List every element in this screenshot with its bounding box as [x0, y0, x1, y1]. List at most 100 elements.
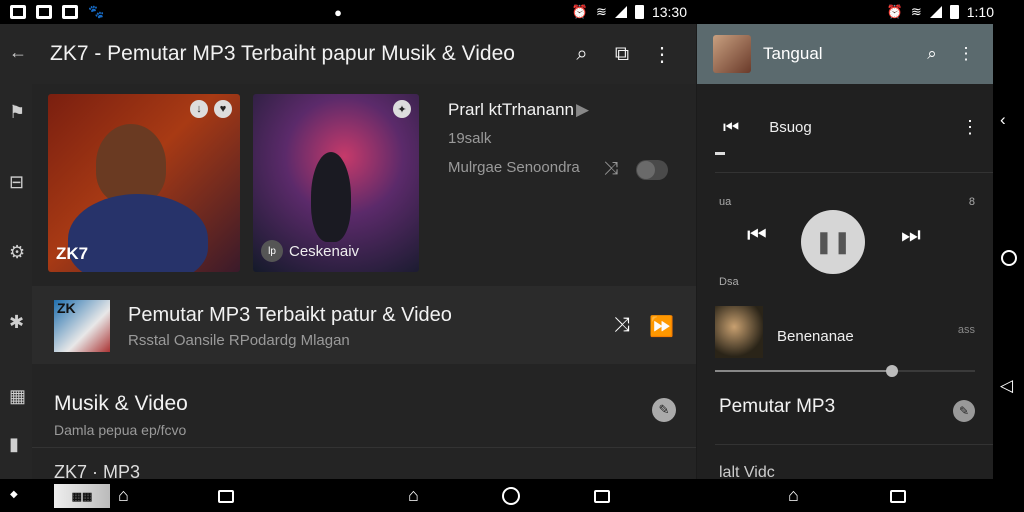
card-label: Ceskenaiv [289, 242, 360, 260]
artist-photo [96, 124, 166, 204]
progress-indicator [715, 152, 725, 155]
favorite-icon[interactable]: ♥ [214, 100, 232, 118]
play-arrow-icon[interactable]: ▶ [576, 100, 589, 120]
player-header: Tangual ⌕ ⋮ [697, 24, 993, 84]
action-icon[interactable]: ✎ [652, 398, 676, 422]
avatar[interactable] [713, 35, 751, 73]
tools-icon[interactable]: ✱ [9, 312, 24, 333]
list-item-title: Pemutar MP3 Terbaikt patur & Video [128, 304, 452, 326]
featured-count: 19salk [448, 130, 492, 147]
list-item-partial[interactable]: lalt Vidc [719, 464, 775, 479]
player-panel: Tangual ⌕ ⋮ ⏮ Bsuog ⋮ ua 8 ⏮ ❚❚ ⏭ Dsa Be… [697, 24, 993, 479]
download-icon[interactable]: ↓ [190, 100, 208, 118]
minus-box-icon[interactable]: ⊟ [9, 172, 24, 193]
home-outline-icon[interactable]: ⌂ [788, 485, 799, 506]
back-triangle-icon[interactable]: ◁ [1000, 376, 1013, 396]
star-icon[interactable]: ✦ [393, 100, 411, 118]
home-outline-icon[interactable]: ⌂ [408, 485, 419, 506]
recents-icon[interactable] [890, 490, 906, 503]
list-item-title[interactable]: Pemutar MP3 [719, 396, 835, 418]
system-nav-bar: ◆ ▦▦ ⌂ ⌂ ⌂ [0, 479, 1024, 512]
home-icon[interactable] [1001, 250, 1017, 266]
album-thumbnail: ZK [54, 300, 110, 352]
list-item-partial[interactable]: ZK7 · MP3 [54, 462, 140, 479]
toggle-switch[interactable] [636, 160, 668, 180]
divider [715, 172, 993, 173]
back-arrow-icon[interactable]: ← [9, 42, 27, 63]
notification-icon [62, 5, 78, 19]
wifi-icon: ≋ [596, 4, 607, 19]
pause-icon: ❚❚ [814, 229, 852, 254]
album-card-ceskenaiv[interactable]: ✦ lp Ceskenaiv [253, 94, 419, 272]
search-icon[interactable]: ⌕ [915, 44, 949, 64]
alarm-icon: ⏰ [886, 4, 903, 19]
qr-icon[interactable]: ▦ [9, 386, 26, 407]
elapsed-time: ua [719, 196, 732, 208]
list-item-title: Musik & Video [54, 392, 188, 415]
cast-icon[interactable]: ⧉ [602, 43, 642, 66]
app-bar: ZK7 - Pemutar MP3 Terbaiht papur Musik &… [32, 24, 696, 84]
badge-icon: lp [261, 240, 283, 262]
main-panel: ZK7 - Pemutar MP3 Terbaiht papur Musik &… [32, 24, 696, 479]
notification-icons: 🐾 [10, 4, 104, 20]
more-vert-icon[interactable]: ⋮ [961, 117, 979, 138]
queue-item-title[interactable]: Benenanae [777, 328, 854, 345]
notification-icon [36, 5, 52, 19]
shuffle-icon[interactable]: ⤨ [604, 158, 618, 179]
notification-icon [10, 5, 26, 19]
shuffle-icon[interactable]: ⤨ [614, 314, 630, 337]
thumbnail-text: ZK [57, 300, 76, 316]
album-card-zk7[interactable]: ↓ ♥ ZK7 [48, 94, 240, 272]
alarm-icon: ⏰ [571, 4, 589, 19]
thumbnail-icon[interactable]: ▮ [9, 434, 19, 455]
wifi-icon: ≋ [910, 4, 922, 19]
list-item[interactable]: Musik & Video Damla pepua ep/fcvo ✎ [32, 378, 696, 448]
recents-icon[interactable] [594, 490, 610, 503]
seek-slider[interactable] [715, 365, 975, 377]
signal-icon [614, 6, 627, 18]
recents-icon[interactable] [218, 490, 234, 503]
screen: 🐾 ● ⏰ ≋ 13:30 ⏰ ≋ 1:10 ← ⚑ ⊟ ⚙ ✱ ▦ ▮ ZK7… [0, 0, 1024, 512]
seek-slider-knob[interactable] [885, 365, 898, 377]
fast-forward-icon[interactable]: ⏩ [649, 314, 674, 339]
album-cards: ↓ ♥ ZK7 ✦ lp Ceskenaiv Prarl ktTrhanann … [48, 94, 688, 272]
back-icon[interactable]: ‹ [1000, 110, 1006, 130]
settings-icon[interactable]: ⚙ [9, 242, 25, 263]
clock: 1:10 [966, 4, 994, 20]
total-time: 8 [968, 196, 975, 208]
featured-title: Prarl ktTrhanann [448, 100, 574, 119]
card-actions: ✦ [393, 100, 411, 118]
battery-icon [949, 5, 959, 19]
featured-info: Prarl ktTrhanann 19salk Mulrgae Senoondr… [448, 100, 688, 270]
home-outline-icon[interactable]: ⌂ [118, 485, 129, 506]
list-item-subtitle: Damla pepua ep/fcvo [54, 422, 187, 438]
card-label-row: lp Ceskenaiv [261, 240, 359, 262]
queue-badge: ass [957, 324, 975, 336]
skip-previous-icon[interactable]: ⏮ [747, 222, 767, 248]
bookmark-icon[interactable]: ⚑ [9, 102, 25, 123]
battery-icon [634, 5, 644, 19]
skip-previous-icon[interactable]: ⏮ [723, 117, 739, 138]
home-icon[interactable] [502, 487, 520, 505]
notification-icon: 🐾 [88, 4, 105, 19]
action-icon[interactable]: ✎ [953, 400, 975, 422]
nav-drawer-rail: ← ⚑ ⊟ ⚙ ✱ ▦ ▮ [0, 24, 32, 479]
guitarist-photo [311, 152, 351, 242]
pause-button[interactable]: ❚❚ [801, 210, 865, 274]
system-icons: ⏰ ≋ 13:30 [572, 4, 687, 20]
app-logo: ▦▦ [54, 484, 110, 508]
now-playing-row: ⏮ Bsuog ⋮ [723, 112, 979, 142]
search-icon[interactable]: ⌕ [562, 43, 602, 66]
queue-thumbnail[interactable] [715, 306, 763, 358]
page-title: ZK7 - Pemutar MP3 Terbaiht papur Musik &… [50, 42, 515, 65]
queue-label: Dsa [719, 276, 739, 288]
more-vert-icon[interactable]: ⋮ [949, 44, 983, 64]
more-vert-icon[interactable]: ⋮ [642, 42, 682, 67]
artist-body [68, 194, 208, 272]
divider [715, 444, 993, 445]
signal-icon [929, 6, 942, 18]
location-icon: ● [334, 4, 342, 20]
player-title: Tangual [763, 44, 823, 63]
skip-next-icon[interactable]: ⏭ [901, 222, 921, 248]
list-item[interactable]: ZK Pemutar MP3 Terbaikt patur & Video Rs… [32, 286, 696, 364]
